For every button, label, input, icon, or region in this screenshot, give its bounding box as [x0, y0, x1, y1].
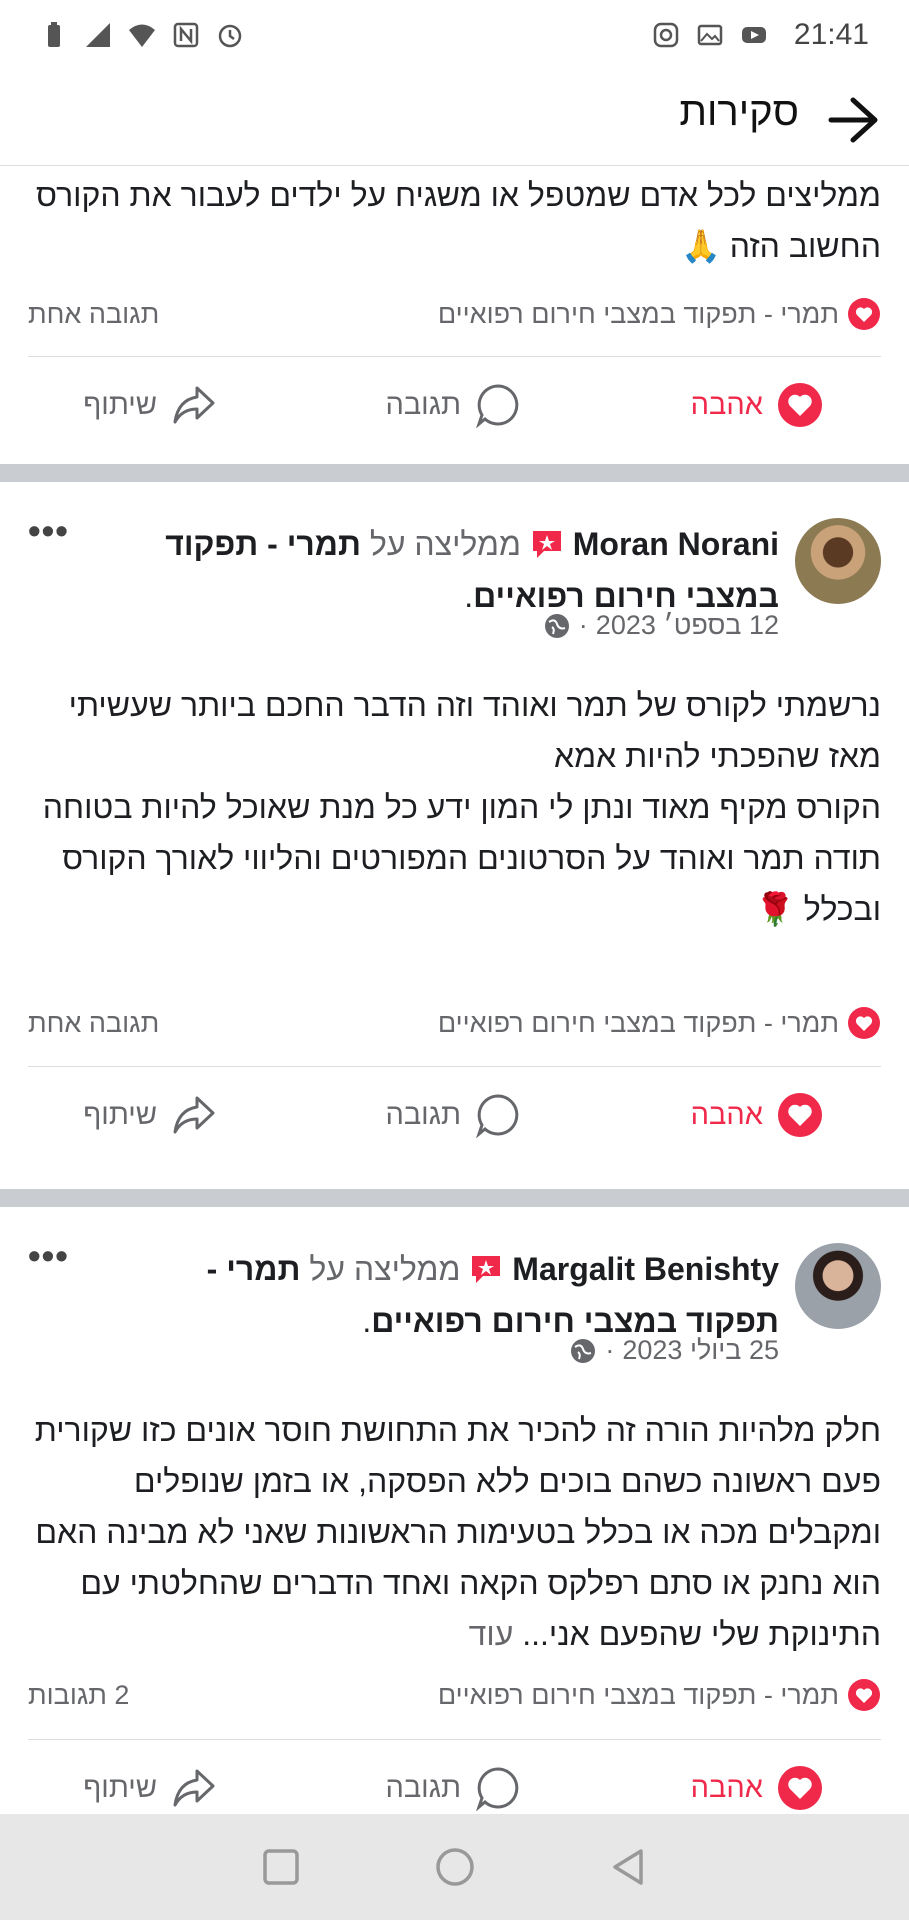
- heart-icon: [778, 1093, 822, 1137]
- system-nav-bar: [0, 1814, 909, 1920]
- back-arrow-icon[interactable]: [825, 92, 881, 148]
- recommended-page[interactable]: תמרי - תפקוד במצבי חירום רפואיים: [438, 1678, 881, 1712]
- author-name[interactable]: Margalit Benishty: [512, 1251, 779, 1287]
- post-actions: אהבה תגובה שיתוף: [0, 366, 909, 446]
- more-options-icon[interactable]: •••: [28, 1235, 69, 1277]
- signal-icon: [86, 23, 110, 47]
- share-button[interactable]: שיתוף: [83, 1092, 217, 1138]
- avatar[interactable]: [795, 1243, 881, 1329]
- love-label: אהבה: [690, 1771, 763, 1804]
- divider: [28, 356, 881, 357]
- post-text-block: חלק מלהיות הורה זה להכיר את התחושת חוסר …: [0, 1405, 909, 1660]
- post-text: נרשמתי לקורס של תמר ואוהד וזה הדבר החכם …: [42, 687, 881, 927]
- divider: [28, 1066, 881, 1067]
- recents-icon[interactable]: [259, 1845, 303, 1889]
- globe-icon: [544, 613, 569, 638]
- comment-label: תגובה: [385, 1771, 461, 1804]
- share-label: שיתוף: [83, 388, 157, 421]
- home-icon[interactable]: [433, 1845, 477, 1889]
- share-icon: [173, 386, 215, 424]
- heart-icon: [778, 1766, 822, 1810]
- recommended-page[interactable]: תמרי - תפקוד במצבי חירום רפואיים: [438, 1006, 881, 1040]
- recommended-page[interactable]: תמרי - תפקוד במצבי חירום רפואיים: [438, 297, 881, 331]
- share-button[interactable]: שיתוף: [83, 382, 217, 428]
- post-heading: Margalit Benishty ממליצה על תמרי - תפקוד…: [206, 1251, 779, 1339]
- status-bar: 21:41: [0, 0, 909, 70]
- share-label: שיתוף: [83, 1771, 157, 1804]
- recommend-badge-icon: [472, 1256, 501, 1283]
- post-date-line: 25 ביולי 2023 ·: [569, 1335, 779, 1366]
- review-post-partial: ממליצים לכל אדם שמטפל או משגיח על ילדים …: [0, 166, 909, 464]
- divider: [28, 1739, 881, 1740]
- review-post: Margalit Benishty ממליצה על תמרי - תפקוד…: [0, 1207, 909, 1814]
- battery-icon: [48, 22, 60, 47]
- post-separator: [0, 1189, 909, 1207]
- nfc-icon: [173, 22, 199, 48]
- reply-count[interactable]: תגובה אחת: [28, 1008, 159, 1039]
- love-label: אהבה: [690, 388, 763, 421]
- recommend-badge-icon: [532, 531, 561, 558]
- back-icon[interactable]: [607, 1845, 651, 1889]
- page-title: סקירות: [679, 90, 799, 134]
- comment-icon: [476, 384, 519, 428]
- comment-button[interactable]: תגובה: [385, 382, 521, 428]
- love-label: אהבה: [690, 1098, 763, 1131]
- reply-count[interactable]: תגובה אחת: [28, 299, 159, 330]
- instagram-icon: [653, 22, 679, 48]
- post-date[interactable]: 25 ביולי 2023: [622, 1335, 779, 1366]
- comment-icon: [476, 1094, 519, 1138]
- recommends-text: ממליצה על: [309, 1251, 461, 1287]
- comment-button[interactable]: תגובה: [385, 1092, 521, 1138]
- comment-button[interactable]: תגובה: [385, 1765, 521, 1811]
- post-meta: תמרי - תפקוד במצבי חירום רפואיים 2 תגובו…: [28, 1675, 881, 1715]
- heart-icon: [848, 298, 880, 330]
- post-actions: אהבה תגובה שיתוף: [0, 1749, 909, 1814]
- app-header: סקירות: [0, 70, 909, 166]
- post-actions: אהבה תגובה שיתוף: [0, 1076, 909, 1156]
- gallery-icon: [697, 24, 723, 46]
- reply-count[interactable]: 2 תגובות: [28, 1680, 129, 1711]
- alarm-icon: [218, 24, 242, 48]
- post-meta: תמרי - תפקוד במצבי חירום רפואיים תגובה א…: [28, 1003, 881, 1043]
- share-icon: [173, 1769, 215, 1807]
- recommends-text: ממליצה על: [369, 526, 521, 562]
- love-button[interactable]: אהבה: [691, 1092, 823, 1138]
- status-left-icons: [40, 21, 244, 49]
- heart-icon: [848, 1679, 880, 1711]
- recommended-page-name: תמרי - תפקוד במצבי חירום רפואיים: [437, 298, 839, 329]
- post-heading: Moran Norani ממליצה על תמרי - תפקוד במצב…: [165, 526, 779, 614]
- author-name[interactable]: Moran Norani: [573, 526, 779, 562]
- share-icon: [173, 1096, 215, 1134]
- comment-icon: [476, 1767, 519, 1811]
- reviews-feed[interactable]: ממליצים לכל אדם שמטפל או משגיח על ילדים …: [0, 166, 909, 1814]
- date-separator: ·: [605, 1335, 615, 1365]
- post-date-line: 12 בספט׳ 2023 ·: [543, 610, 779, 641]
- youtube-icon: [741, 27, 766, 43]
- comment-label: תגובה: [385, 388, 461, 421]
- share-label: שיתוף: [83, 1098, 157, 1131]
- recommended-page-name: תמרי - תפקוד במצבי חירום רפואיים: [437, 1679, 839, 1710]
- more-options-icon[interactable]: •••: [28, 510, 69, 552]
- status-time: 21:41: [793, 18, 869, 51]
- heart-icon: [778, 383, 822, 427]
- love-button[interactable]: אהבה: [691, 1765, 823, 1811]
- love-button[interactable]: אהבה: [691, 382, 823, 428]
- date-separator: ·: [578, 610, 588, 640]
- recommended-page-name: תמרי - תפקוד במצבי חירום רפואיים: [437, 1007, 839, 1038]
- heart-icon: [848, 1007, 880, 1039]
- post-date[interactable]: 12 בספט׳ 2023: [596, 610, 779, 641]
- review-post: Moran Norani ממליצה על תמרי - תפקוד במצב…: [0, 482, 909, 1189]
- see-more-link[interactable]: עוד: [469, 1616, 514, 1652]
- wifi-icon: [129, 24, 155, 47]
- share-button[interactable]: שיתוף: [83, 1765, 217, 1811]
- status-right-icons: 21:41: [652, 18, 869, 52]
- post-separator: [0, 464, 909, 482]
- globe-icon: [571, 1338, 596, 1363]
- post-text: ממליצים לכל אדם שמטפל או משגיח על ילדים …: [36, 177, 881, 264]
- post-meta: תמרי - תפקוד במצבי חירום רפואיים תגובה א…: [28, 294, 881, 334]
- avatar[interactable]: [795, 518, 881, 604]
- post-text: חלק מלהיות הורה זה להכיר את התחושת חוסר …: [34, 1412, 881, 1652]
- comment-label: תגובה: [385, 1098, 461, 1131]
